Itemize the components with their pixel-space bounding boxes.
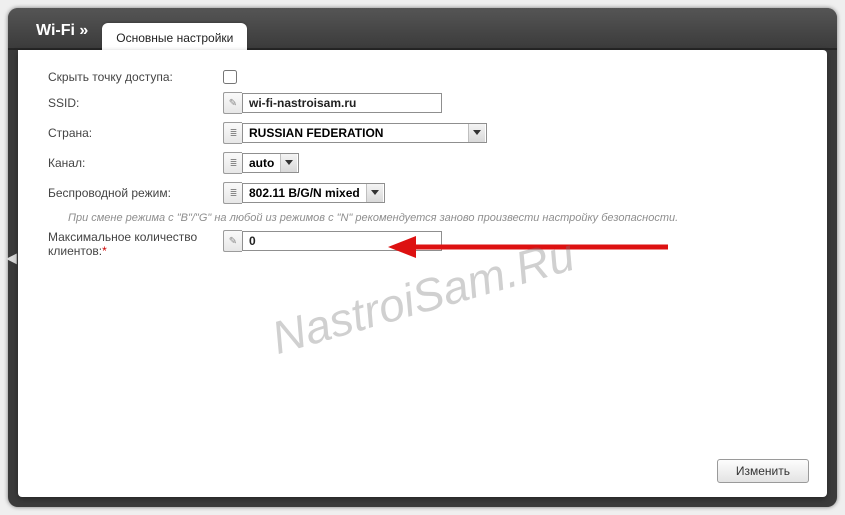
channel-select[interactable]: auto xyxy=(242,153,299,173)
apply-button[interactable]: Изменить xyxy=(717,459,809,483)
ssid-input[interactable] xyxy=(242,93,442,113)
settings-form: Скрыть точку доступа: SSID: ✎ Страна: ≣ xyxy=(18,50,827,497)
edit-icon: ✎ xyxy=(223,92,242,114)
collapse-arrow-icon: ◀ xyxy=(6,249,17,266)
label-ssid: SSID: xyxy=(48,96,223,110)
panel-header: Wi-Fi » Основные настройки xyxy=(8,8,837,50)
hide-ap-checkbox[interactable] xyxy=(223,70,237,84)
chevron-down-icon xyxy=(468,124,485,142)
tab-basic-settings[interactable]: Основные настройки xyxy=(102,23,247,51)
max-clients-input[interactable] xyxy=(242,231,442,251)
chevron-down-icon xyxy=(280,154,297,172)
router-panel: ◀ Wi-Fi » Основные настройки Скрыть точк… xyxy=(8,8,837,507)
label-hide-ap: Скрыть точку доступа: xyxy=(48,70,223,84)
list-icon: ≣ xyxy=(223,152,242,174)
label-wireless-mode: Беспроводной режим: xyxy=(48,186,223,200)
label-channel: Канал: xyxy=(48,156,223,170)
breadcrumb[interactable]: Wi-Fi » xyxy=(8,22,102,50)
edit-icon: ✎ xyxy=(223,230,242,252)
mode-hint: При смене режима с "B"/"G" на любой из р… xyxy=(68,212,805,224)
chevron-down-icon xyxy=(366,184,383,202)
country-select[interactable]: RUSSIAN FEDERATION xyxy=(242,123,487,143)
list-icon: ≣ xyxy=(223,182,242,204)
wireless-mode-select[interactable]: 802.11 B/G/N mixed xyxy=(242,183,385,203)
required-asterisk: * xyxy=(102,244,107,258)
list-icon: ≣ xyxy=(223,122,242,144)
label-max-clients: Максимальное количество клиентов:* xyxy=(48,230,223,258)
label-country: Страна: xyxy=(48,126,223,140)
